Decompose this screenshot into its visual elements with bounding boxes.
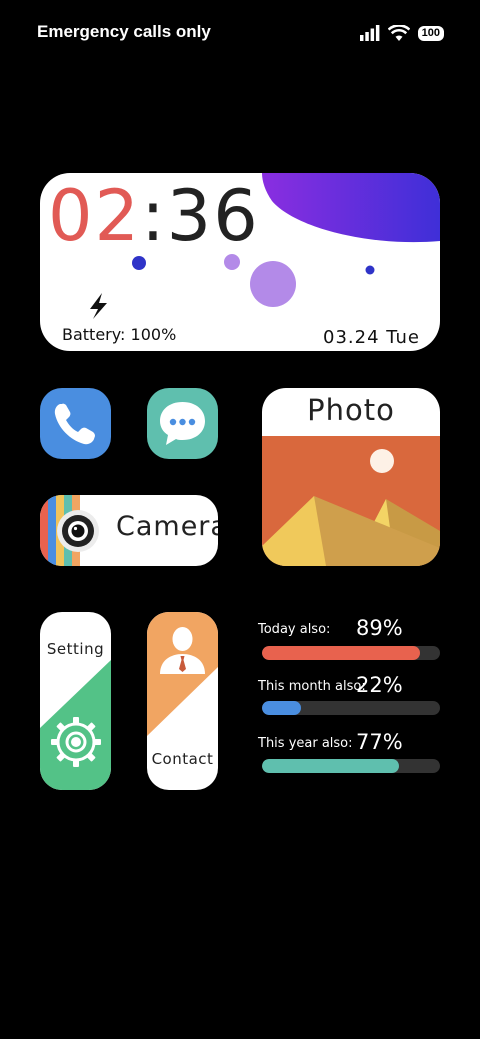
clock-battery-text: Battery: 100% [62,325,177,344]
messages-app[interactable] [147,388,218,459]
clock-minutes: 36 [166,175,260,257]
progress-month-percent: 22% [356,673,403,697]
camera-lens-icon [40,495,99,566]
progress-year-fill [262,759,400,773]
purple-blob-shape [262,173,440,243]
contact-label: Contact [151,750,214,768]
contact-app[interactable]: Contact [147,612,218,790]
status-bar: Emergency calls only 100 [0,0,480,66]
progress-today-fill [262,646,421,660]
dot-dark-blue [132,256,146,270]
status-icons: 100 [359,22,444,44]
dot-blue-small [365,265,375,275]
progress-today-track [262,646,440,660]
lightning-icon [90,293,107,319]
battery-icon: 100 [417,25,444,41]
photo-app[interactable]: Photo [262,388,440,566]
camera-app[interactable]: Camera [40,495,218,566]
phone-app[interactable] [40,388,111,459]
camera-label: Camera [116,511,218,542]
clock-time: 02:36 [48,175,260,257]
progress-month-label: This month also: [258,679,366,694]
clock-widget[interactable]: 02:36 Battery: 100% 03.24 Tue [40,173,440,351]
clock-hours: 02 [48,175,142,257]
wifi-icon [387,25,410,41]
photo-label: Photo [307,393,395,427]
setting-label: Setting [46,640,105,658]
progress-today-label: Today also: [258,622,331,637]
dot-lavender-large [250,261,296,307]
clock-date-text: 03.24 Tue [323,327,420,348]
progress-year[interactable]: This year also: 77% [258,729,440,777]
gear-icon [51,717,101,767]
progress-month-fill [262,701,302,715]
progress-month-track [262,701,440,715]
setting-app[interactable]: Setting [40,612,111,790]
chat-bubble-icon [160,402,205,445]
phone-icon [54,403,95,445]
progress-today-percent: 89% [356,616,403,640]
clock-separator: : [141,175,167,257]
progress-year-label: This year also: [258,736,353,751]
progress-month[interactable]: This month also: 22% [258,672,440,720]
progress-today[interactable]: Today also: 89% [258,615,440,663]
signal-icon [359,25,380,41]
landscape-icon [262,436,440,566]
carrier-status-text: Emergency calls only [37,22,211,41]
progress-year-percent: 77% [356,730,403,754]
progress-year-track [262,759,440,773]
